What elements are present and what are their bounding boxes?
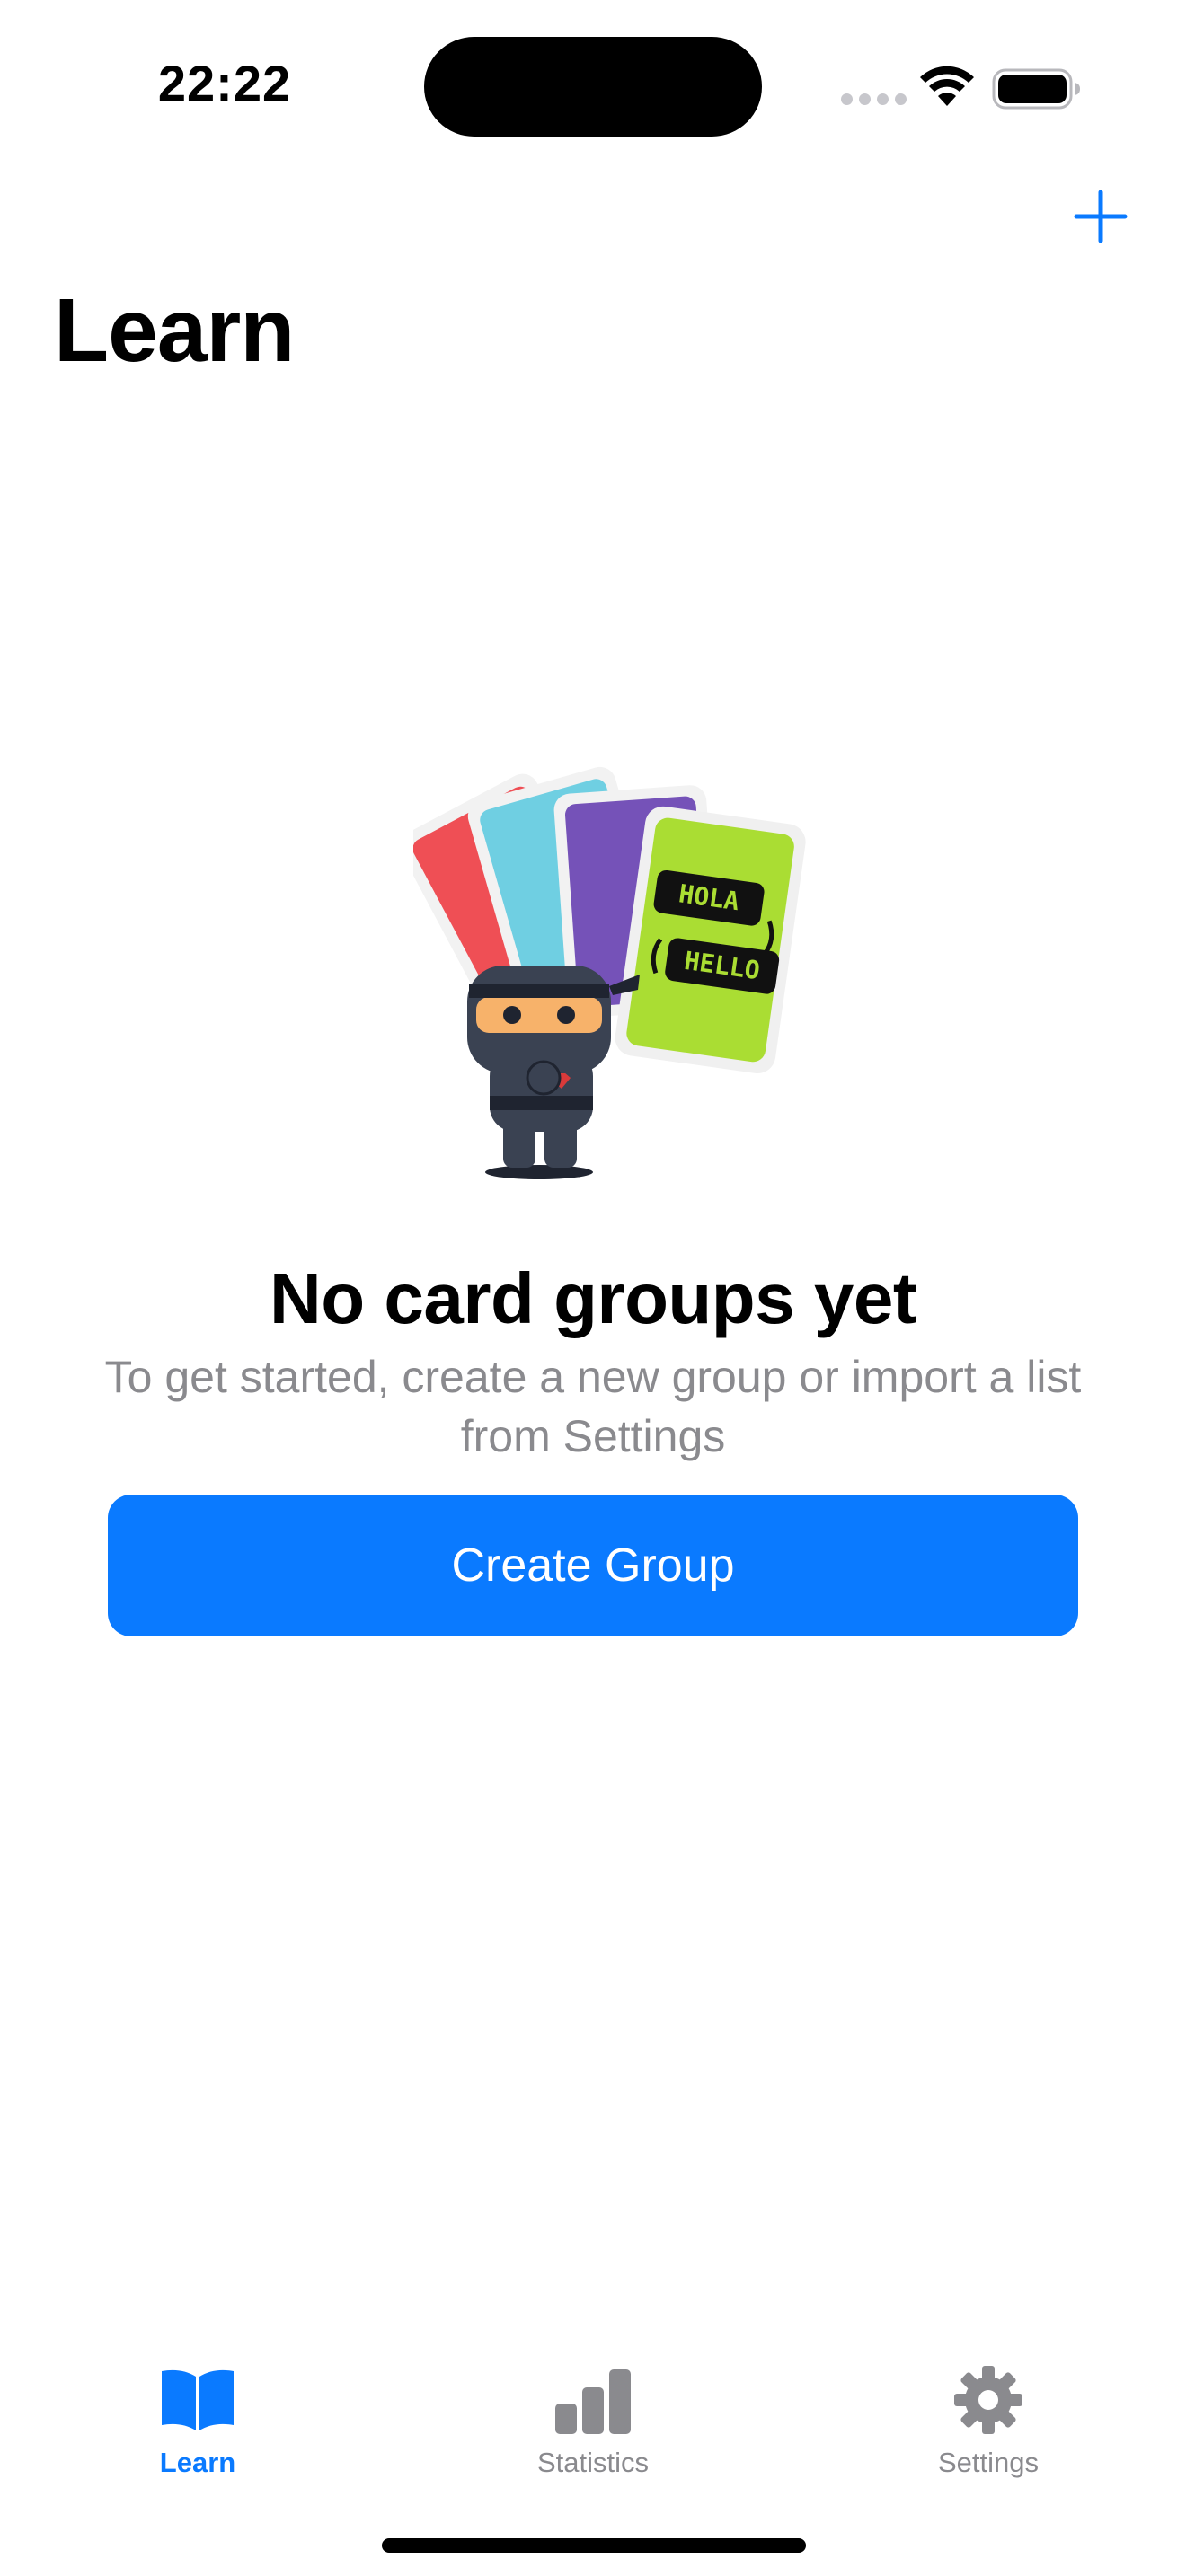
empty-state-subtitle: To get started, create a new group or im… — [104, 1352, 1082, 1461]
status-bar: 22:22 — [0, 0, 1186, 171]
cellular-signal-icon — [841, 93, 907, 105]
gear-icon — [954, 2366, 1022, 2434]
tab-label-settings: Settings — [937, 2447, 1039, 2478]
wifi-icon — [920, 66, 974, 106]
tab-statistics[interactable]: Statistics — [485, 2364, 701, 2508]
tab-settings[interactable]: Settings — [881, 2364, 1096, 2508]
page-title: Learn — [54, 280, 295, 381]
tab-learn[interactable]: Learn — [90, 2364, 305, 2508]
home-indicator[interactable] — [382, 2538, 806, 2553]
ninja-cards-illustration: HOLA HELLO — [413, 766, 806, 1179]
add-group-button[interactable] — [1069, 185, 1132, 248]
status-time: 22:22 — [157, 55, 292, 111]
dynamic-island — [424, 37, 762, 137]
plus-icon — [1074, 190, 1128, 243]
book-icon — [162, 2369, 234, 2430]
chart-icon — [555, 2369, 631, 2434]
tab-label-learn: Learn — [159, 2447, 236, 2478]
create-group-button[interactable]: Create Group — [108, 1495, 1078, 1636]
tab-label-statistics: Statistics — [536, 2447, 650, 2478]
empty-state-title: No card groups yet — [269, 1258, 917, 1338]
battery-icon — [992, 68, 1080, 110]
